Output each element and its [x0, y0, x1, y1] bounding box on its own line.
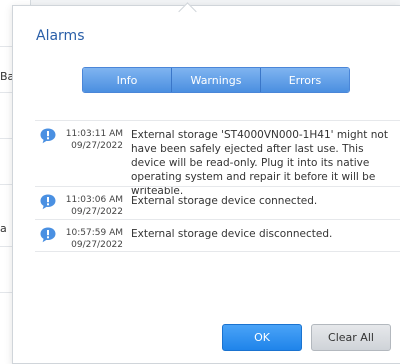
popover-title: Alarms: [36, 28, 85, 44]
info-icon: [40, 194, 56, 210]
alarm-date: 09/27/2022: [71, 207, 123, 217]
info-icon: [40, 128, 56, 144]
clear-all-button[interactable]: Clear All: [311, 324, 391, 351]
list-item: 11:03:06 AM 09/27/2022 External storage …: [35, 186, 400, 219]
alarm-time: 11:03:11 AM: [65, 129, 123, 139]
alarm-message: External storage device connected.: [131, 195, 318, 207]
alarm-timestamp: 10:57:59 AM 09/27/2022: [61, 227, 123, 251]
alarm-message: External storage device disconnected.: [131, 228, 333, 240]
alarm-date: 09/27/2022: [71, 240, 123, 250]
tab-warnings[interactable]: Warnings: [172, 68, 261, 92]
alarm-date: 09/27/2022: [71, 141, 123, 151]
alarm-tabs: Info Warnings Errors: [82, 67, 350, 93]
tab-info[interactable]: Info: [83, 68, 172, 92]
list-item: 10:57:59 AM 09/27/2022 External storage …: [35, 219, 400, 252]
alarm-list: 11:03:11 AM 09/27/2022 External storage …: [35, 120, 400, 252]
alarm-timestamp: 11:03:06 AM 09/27/2022: [61, 194, 123, 218]
alarms-popover: Alarms Info Warnings Errors 11:03:11 AM …: [12, 2, 400, 364]
ok-button[interactable]: OK: [222, 324, 302, 351]
alarm-time: 10:57:59 AM: [65, 228, 123, 238]
popover-caret: [178, 2, 197, 21]
tab-errors[interactable]: Errors: [261, 68, 349, 92]
background-text: a: [0, 222, 7, 235]
alarm-timestamp: 11:03:11 AM 09/27/2022: [61, 128, 123, 152]
alarm-time: 11:03:06 AM: [65, 195, 123, 205]
info-icon: [40, 227, 56, 243]
list-item: 11:03:11 AM 09/27/2022 External storage …: [35, 120, 400, 197]
